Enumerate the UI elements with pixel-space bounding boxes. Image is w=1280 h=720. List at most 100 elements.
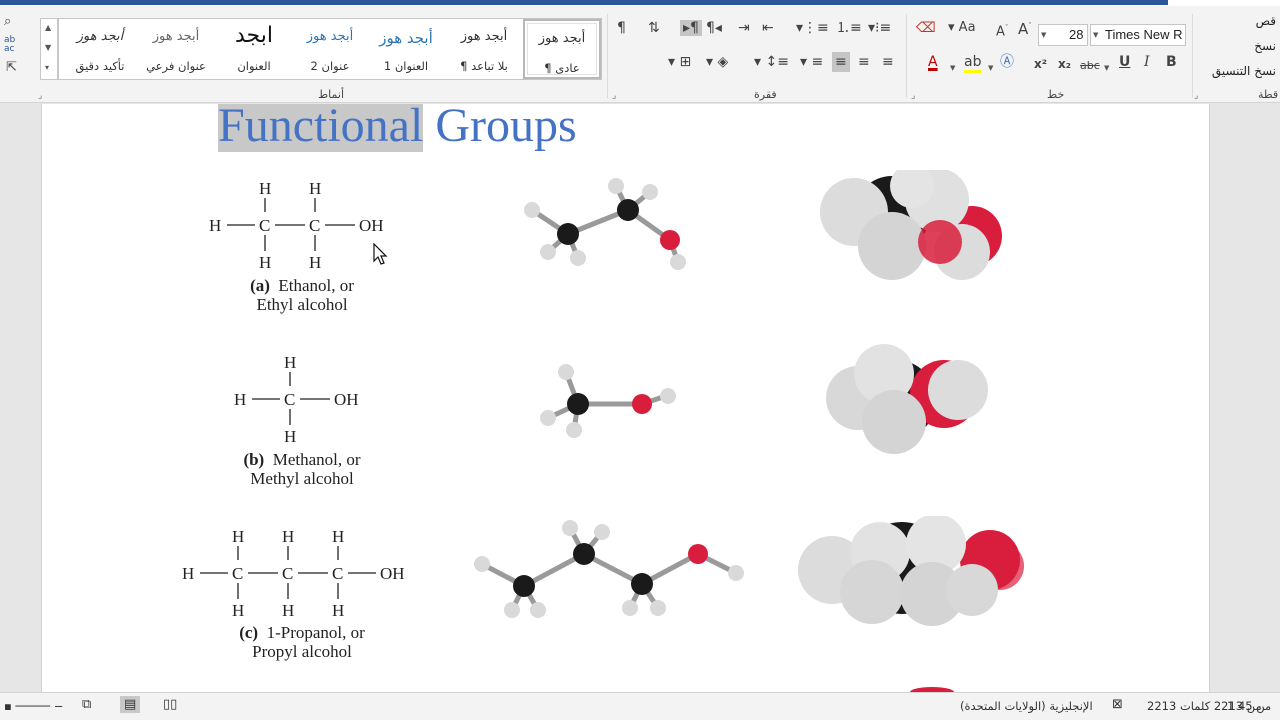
atom-c: C — [259, 216, 270, 235]
atom-h: H — [234, 390, 246, 409]
propanol-struct-svg: H H H H C C C OH H H H — [182, 527, 405, 620]
subscript-icon[interactable]: x₂ — [1058, 56, 1071, 72]
atom-h: H — [332, 601, 344, 620]
hydrogen-atom — [540, 244, 556, 260]
hydrogen-atom — [570, 250, 586, 266]
page-title[interactable]: Functional Groups — [218, 104, 577, 153]
clipboard-launcher-icon[interactable]: ⌟ — [1194, 91, 1198, 101]
style-heading-1[interactable]: أبجد هوز العنوان 1 — [367, 19, 445, 79]
font-color-icon[interactable]: A — [928, 54, 938, 70]
atom-h: H — [282, 527, 294, 546]
paragraph-launcher-icon[interactable]: ⌟ — [612, 91, 616, 101]
web-layout-icon[interactable]: ⧉ — [82, 697, 91, 712]
hydrogen-atom — [622, 600, 638, 616]
borders-icon[interactable]: ▾ ⊞ — [668, 54, 691, 70]
style-heading-2[interactable]: أبجد هوز عنوان 2 — [291, 19, 369, 79]
replace-icon[interactable]: ab ac — [4, 36, 15, 54]
atom-h: H — [232, 527, 244, 546]
ethanol-ball-stick-model — [524, 178, 686, 270]
atom-h: H — [282, 601, 294, 620]
superscript-icon[interactable]: x² — [1034, 56, 1047, 72]
rtl-direction-icon[interactable]: ¶◂ — [706, 20, 722, 36]
atom-c: C — [284, 390, 295, 409]
text-effects-icon[interactable]: Ⓐ — [1000, 54, 1014, 70]
carbon-atom — [567, 393, 589, 415]
atom-c: C — [309, 216, 320, 235]
bullets-icon[interactable]: ▾⁝≡ — [868, 20, 891, 36]
shrink-font-icon[interactable]: Aˇ — [996, 20, 1008, 40]
shading-icon[interactable]: ▾ ◈ — [706, 54, 728, 70]
document-page[interactable]: Functional Groups HH H CC OH HH (a) Etha… — [41, 104, 1210, 692]
ltr-direction-icon[interactable]: ▸¶ — [680, 20, 702, 36]
carbon-atom — [513, 575, 535, 597]
style-normal[interactable]: أبجد هوز ¶ عادي — [523, 19, 601, 79]
style-subtle-emphasis[interactable]: أبجد هوز تأكيد دقيق — [61, 19, 139, 79]
numbering-icon[interactable]: ⒈≡ — [836, 20, 862, 36]
justify-icon[interactable]: ▾ ≡ — [800, 54, 823, 70]
carbon-atom — [617, 199, 639, 221]
hydrogen-atom — [566, 422, 582, 438]
styles-launcher-icon[interactable]: ⌟ — [38, 91, 42, 101]
hydrogen-atom — [474, 556, 490, 572]
strikethrough-icon[interactable]: abc — [1080, 58, 1100, 74]
hydrogen-atom — [562, 520, 578, 536]
methanol-struct-svg: H H C OH H — [234, 353, 359, 446]
align-right-icon[interactable]: ≡ — [882, 54, 894, 70]
print-layout-icon[interactable]: ▤ — [120, 696, 141, 713]
font-name-dropdown-icon[interactable]: ▼ — [1093, 31, 1098, 39]
style-no-spacing[interactable]: أبجد هوز ¶ بلا تباعد — [445, 19, 523, 79]
align-center-icon[interactable]: ≡ — [858, 54, 870, 70]
atom-h: H — [309, 253, 321, 272]
style-title[interactable]: ابجد العنوان — [215, 19, 293, 79]
propanol-space-filling-model — [798, 516, 1024, 626]
grow-font-icon[interactable]: Aˆ — [1018, 18, 1032, 37]
decrease-indent-icon[interactable]: ⇤ — [762, 20, 774, 36]
language-indicator[interactable]: الإنجليزية (الولايات المتحدة) — [960, 699, 1093, 713]
bold-icon[interactable]: B — [1166, 54, 1177, 70]
hydrogen-atom — [650, 600, 666, 616]
font-size-dropdown-icon[interactable]: ▼ — [1041, 31, 1046, 39]
change-case-icon[interactable]: ▾ Aa — [948, 20, 976, 36]
read-mode-icon[interactable]: ▯▯ — [163, 697, 177, 712]
hydrogen-atom — [670, 254, 686, 270]
align-left-icon[interactable]: ≡ — [832, 52, 850, 72]
styles-gallery: أبجد هوز تأكيد دقيق أبجد هوز عنوان فرعي … — [58, 18, 602, 80]
carbon-atom — [557, 223, 579, 245]
underline-icon[interactable]: U — [1119, 54, 1130, 70]
hydrogen-atom — [608, 178, 624, 194]
hydrogen-atom — [530, 602, 546, 618]
status-bar: ▪ ───── − ⧉ ▤ ▯▯ الإنجليزية (الولايات ال… — [0, 692, 1280, 720]
copy-button[interactable]: نسخ — [1254, 39, 1276, 53]
select-icon[interactable]: ⇱ — [6, 60, 17, 75]
find-icon[interactable]: ⌕ — [4, 14, 11, 29]
oxygen-atom — [660, 230, 680, 250]
carbon-atom — [631, 573, 653, 595]
methanol-caption: (b) Methanol, or Methyl alcohol — [243, 450, 361, 488]
hydrogen-atom — [524, 202, 540, 218]
cut-button[interactable]: قص — [1256, 14, 1276, 28]
clear-formatting-icon[interactable]: ⌫ — [916, 20, 936, 36]
multilevel-list-icon[interactable]: ▾⋮≡ — [796, 20, 829, 36]
atom-h: H — [284, 353, 296, 372]
style-subtitle[interactable]: أبجد هوز عنوان فرعي — [137, 19, 215, 79]
font-launcher-icon[interactable]: ⌟ — [911, 91, 915, 101]
ethanol-caption: (a) Ethanol, or Ethyl alcohol — [250, 276, 354, 314]
atom-h: H — [232, 601, 244, 620]
highlight-icon[interactable]: ab — [964, 54, 982, 73]
sort-icon[interactable]: ⇅ — [648, 20, 660, 36]
zoom-slider[interactable]: ▪ ───── − — [4, 699, 63, 713]
page-number[interactable]: 1 من 45 — [1227, 699, 1271, 713]
italic-icon[interactable]: I — [1144, 54, 1150, 70]
atom-oh: OH — [380, 564, 405, 583]
hydrogen-atom — [660, 388, 676, 404]
increase-indent-icon[interactable]: ⇥ — [738, 20, 750, 36]
styles-gallery-scroll[interactable]: ▲ ▼ ▾ — [40, 18, 58, 80]
line-spacing-icon[interactable]: ▾ ↕≡ — [754, 54, 789, 70]
format-painter-button[interactable]: نسخ التنسيق — [1212, 64, 1276, 78]
show-marks-icon[interactable]: ¶ — [617, 20, 626, 36]
font-name-box[interactable]: Times New R — [1090, 24, 1186, 46]
clipboard-group-label: قطة — [1258, 88, 1279, 101]
proofing-icon[interactable]: ⊠ — [1112, 697, 1123, 712]
hydrogen-atom — [504, 602, 520, 618]
methanol-space-filling-model — [826, 344, 988, 454]
